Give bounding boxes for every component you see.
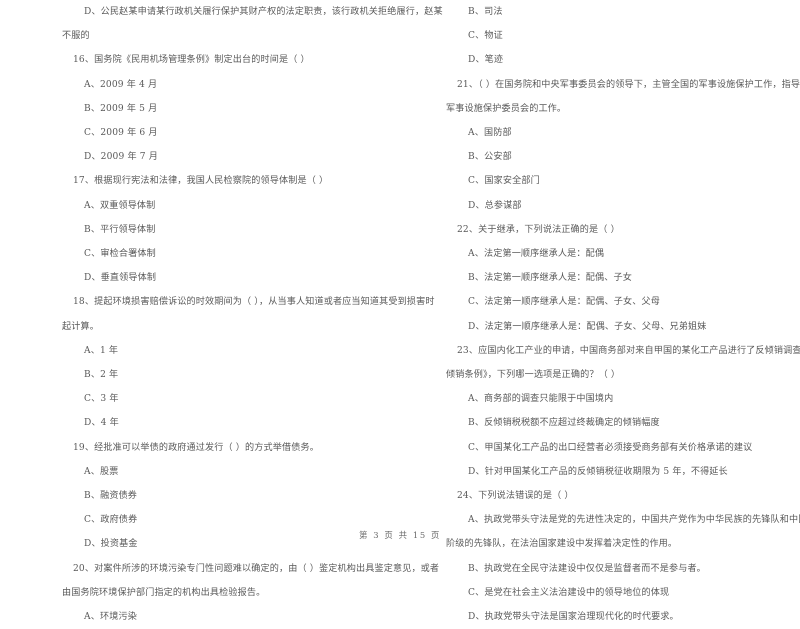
question-option: D、执政党带头守法是国家治理现代化的时代要求。 xyxy=(468,612,679,623)
question-option: C、国家安全部门 xyxy=(468,176,540,187)
question-option: B、法定第一顺序继承人是：配偶、子女 xyxy=(468,273,632,284)
question-option: C、3 年 xyxy=(84,394,119,405)
page-footer: 第 3 页 共 15 页 xyxy=(359,530,441,540)
question-option: C、审检合署体制 xyxy=(84,249,156,260)
question-option: A、双重领导体制 xyxy=(84,200,156,211)
question-option: A、环境污染 xyxy=(84,612,137,623)
question-stem-continuation: 起计算。 xyxy=(62,321,99,332)
question-option: A、2009 年 4 月 xyxy=(84,79,158,90)
question-option: D、公民赵某申请某行政机关履行保护其财产权的法定职责，该行政机关拒绝履行，赵某 xyxy=(84,7,443,17)
question-option: B、2009 年 5 月 xyxy=(84,103,158,114)
question-option: A、商务部的调查只能限于中国境内 xyxy=(468,394,614,405)
question-stem-continuation: 由国务院环境保护部门指定的机构出具检验报告。 xyxy=(62,587,266,598)
question-stem: 24、下列说法错误的是（ ） xyxy=(457,491,574,502)
question-option: D、法定第一顺序继承人是：配偶、子女、父母、兄弟姐妹 xyxy=(468,321,707,332)
question-option: A、1 年 xyxy=(84,345,119,356)
question-option: D、总参谋部 xyxy=(468,200,522,211)
question-option: D、4 年 xyxy=(84,418,119,429)
question-stem: 18、提起环境损害赔偿诉讼的时效期间为（ ），从当事人知道或者应当知道其受到损害… xyxy=(73,297,435,308)
question-option: B、司法 xyxy=(468,7,503,17)
question-option: D、2009 年 7 月 xyxy=(84,152,158,163)
question-option: D、针对甲国某化工产品的反倾销税征收期限为 5 年，不得延长 xyxy=(468,466,728,477)
question-option: C、物证 xyxy=(468,31,503,42)
question-option: D、笔迹 xyxy=(468,55,504,66)
question-stem: 16、国务院《民用机场管理条例》制定出台的时间是（ ） xyxy=(73,55,310,66)
question-option: C、法定第一顺序继承人是：配偶、子女、父母 xyxy=(468,297,660,308)
exam-page: D、公民赵某申请某行政机关履行保护其财产权的法定职责，该行政机关拒绝履行，赵某不… xyxy=(0,0,800,622)
question-option: C、2009 年 6 月 xyxy=(84,128,158,139)
question-stem-continuation: 倾销条例》，下列哪一选项是正确的？（ ） xyxy=(446,370,621,381)
question-option: B、反倾销税税额不应超过终裁确定的倾销幅度 xyxy=(468,418,660,429)
question-option: B、公安部 xyxy=(468,152,512,163)
question-stem: 17、根据现行宪法和法律，我国人民检察院的领导体制是（ ） xyxy=(73,176,329,187)
question-option: C、是党在社会主义法治建设中的领导地位的体现 xyxy=(468,587,670,598)
question-stem: 19、经批准可以举债的政府通过发行（ ）的方式举借债务。 xyxy=(73,442,320,453)
question-option: B、平行领导体制 xyxy=(84,224,156,235)
question-option: C、甲国某化工产品的出口经营者必须接受商务部有关价格承诺的建议 xyxy=(468,442,753,453)
question-stem: 23、应国内化工产业的申请，中国商务部对来自甲国的某化工产品进行了反倾销调查。依… xyxy=(457,345,800,356)
question-stem: 22、关于继承，下列说法正确的是（ ） xyxy=(457,224,620,235)
question-option: A、股票 xyxy=(84,466,119,477)
question-option: A、国防部 xyxy=(468,128,512,139)
question-option: A、法定第一顺序继承人是：配偶 xyxy=(468,249,605,260)
question-stem: 21、（ ）在国务院和中央军事委员会的领导下，主管全国的军事设施保护工作，指导 xyxy=(457,79,800,90)
question-stem: 20、对案件所涉的环境污染专门性问题难以确定的，由（ ）鉴定机构出具鉴定意见，或… xyxy=(73,563,440,574)
question-stem-continuation: 军事设施保护委员会的工作。 xyxy=(446,103,567,114)
question-option: B、2 年 xyxy=(84,370,119,381)
question-option: D、垂直领导体制 xyxy=(84,273,157,284)
question-option: B、执政党在全民守法建设中仅仅是监督者而不是参与者。 xyxy=(468,563,706,574)
question-option: B、融资债券 xyxy=(84,491,138,502)
question-stem-continuation: 不服的 xyxy=(62,31,90,42)
